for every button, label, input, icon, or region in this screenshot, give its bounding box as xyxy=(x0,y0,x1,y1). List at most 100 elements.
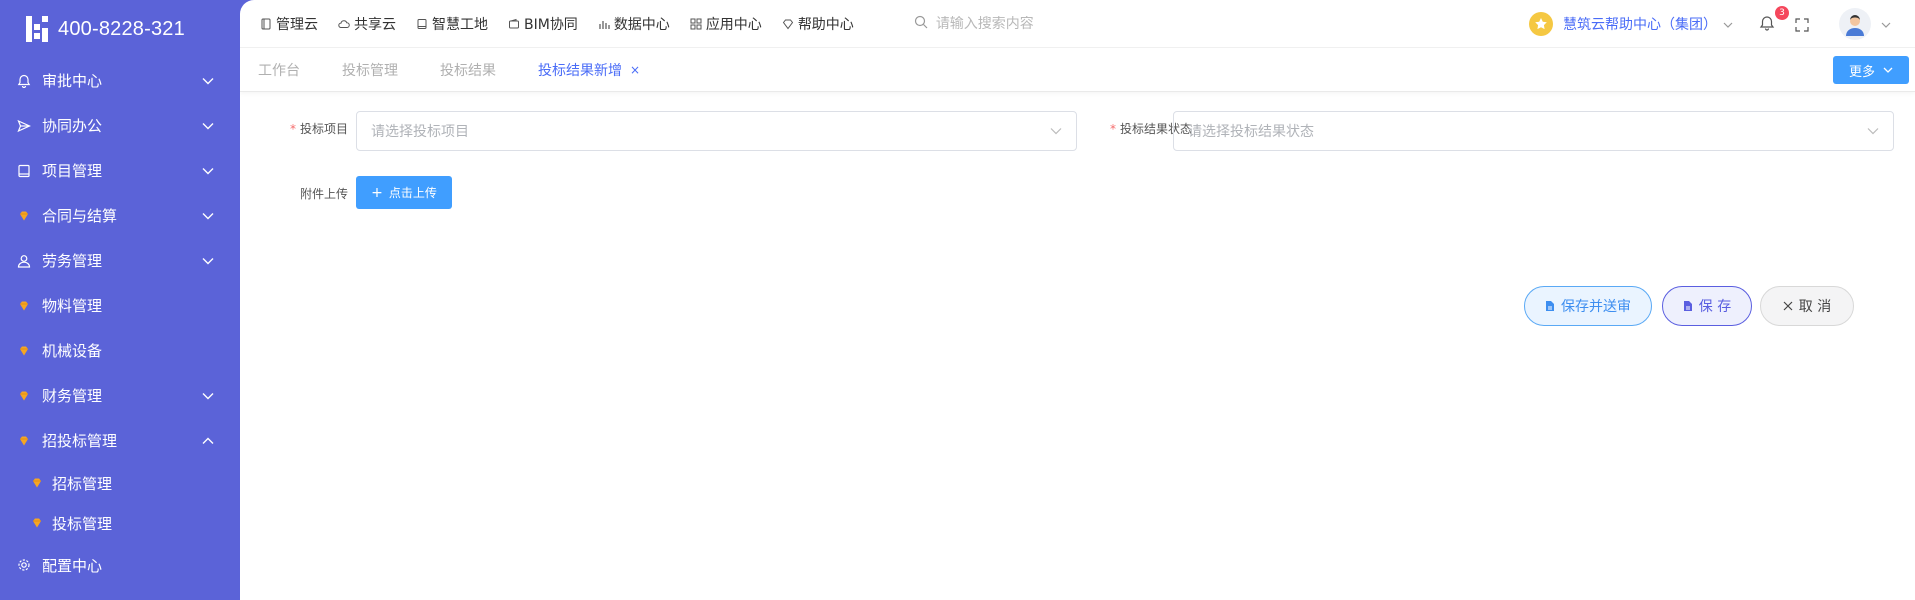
main-panel: 管理云 共享云 智慧工地 BIM协同 数据中心 应用中心 帮助中心 请输入搜索内… xyxy=(240,0,1915,600)
sidebar-item-contract[interactable]: 合同与结算 xyxy=(0,193,240,238)
tab-bid-result-new[interactable]: 投标结果新增 × xyxy=(538,60,640,80)
gem-icon xyxy=(16,433,32,449)
required-mark: * xyxy=(1109,122,1116,136)
close-icon xyxy=(1783,301,1793,311)
cancel-button[interactable]: 取 消 xyxy=(1760,286,1854,326)
sidebar-item-label: 财务管理 xyxy=(42,387,103,405)
sidebar-item-material[interactable]: 物料管理 xyxy=(0,283,240,328)
cloud-icon xyxy=(338,18,350,30)
tab-label: 投标结果新增 xyxy=(538,62,622,79)
chevron-up-icon xyxy=(202,435,214,447)
sidebar-item-collab[interactable]: 协同办公 xyxy=(0,103,240,148)
bell-icon xyxy=(16,73,32,89)
chevron-down-icon xyxy=(202,390,214,402)
chevron-down-icon xyxy=(1050,123,1062,139)
top-right: 慧筑云帮助中心（集团） 3 xyxy=(1529,5,1915,40)
top-menu-label: 共享云 xyxy=(354,16,396,33)
notification-badge: 3 xyxy=(1775,5,1789,20)
chevron-down-icon xyxy=(202,120,214,132)
chevron-down-icon[interactable] xyxy=(1723,14,1733,33)
top-menu-label: 应用中心 xyxy=(705,16,762,33)
user-icon xyxy=(16,253,32,269)
save-and-submit-label: 保存并送审 xyxy=(1561,299,1631,315)
file-icon xyxy=(1683,300,1693,312)
required-mark: * xyxy=(289,122,296,136)
top-menu-bim[interactable]: BIM协同 xyxy=(508,14,578,34)
sidebar-subitem-bid[interactable]: 投标管理 xyxy=(0,503,240,543)
tab-bid-result[interactable]: 投标结果 xyxy=(440,60,496,80)
search-icon xyxy=(914,14,928,33)
top-bar: 管理云 共享云 智慧工地 BIM协同 数据中心 应用中心 帮助中心 请输入搜索内… xyxy=(240,0,1915,48)
notification-button[interactable]: 3 xyxy=(1759,5,1789,35)
top-menu-share-cloud[interactable]: 共享云 xyxy=(338,14,396,34)
attach-label: 附件上传 xyxy=(299,187,348,201)
doc-icon xyxy=(260,18,272,30)
gem-icon xyxy=(16,388,32,404)
chevron-down-icon xyxy=(202,210,214,222)
top-menu-management-cloud[interactable]: 管理云 xyxy=(260,14,318,34)
top-menu-label: 智慧工地 xyxy=(432,16,488,33)
sidebar-item-label: 合同与结算 xyxy=(42,207,118,225)
top-menu: 管理云 共享云 智慧工地 BIM协同 数据中心 应用中心 帮助中心 xyxy=(260,14,874,34)
chevron-down-icon xyxy=(202,165,214,177)
help-center-icon xyxy=(1529,11,1553,36)
help-center-link[interactable]: 慧筑云帮助中心（集团） xyxy=(1563,14,1717,34)
chevron-down-icon xyxy=(202,75,214,87)
sidebar-item-finance[interactable]: 财务管理 xyxy=(0,373,240,418)
fullscreen-icon[interactable] xyxy=(1795,17,1809,32)
book-icon xyxy=(16,163,32,179)
sidebar-subitem-label: 招标管理 xyxy=(52,474,113,493)
sidebar-subitem-label: 投标管理 xyxy=(52,514,113,533)
sidebar-item-approval[interactable]: 审批中心 xyxy=(0,58,240,103)
tab-bid-management[interactable]: 投标管理 xyxy=(342,60,398,80)
save-button[interactable]: 保 存 xyxy=(1662,286,1752,326)
project-label: 投标项目 xyxy=(299,122,348,136)
top-menu-smart-site[interactable]: 智慧工地 xyxy=(416,14,488,34)
plus-icon: + xyxy=(371,184,383,201)
top-menu-app-center[interactable]: 应用中心 xyxy=(690,14,762,34)
logo-text: 400-8228-321 xyxy=(58,17,185,40)
sidebar-item-bidding[interactable]: 招投标管理 xyxy=(0,418,240,463)
chevron-down-icon xyxy=(1867,123,1879,139)
top-menu-label: 帮助中心 xyxy=(797,16,854,33)
bell-icon xyxy=(1759,15,1775,35)
diamond-icon xyxy=(782,18,794,30)
top-menu-label: 管理云 xyxy=(276,16,318,33)
wallet-icon xyxy=(508,18,520,30)
sidebar-item-project[interactable]: 项目管理 xyxy=(0,148,240,193)
search-input[interactable] xyxy=(935,15,1236,32)
gear-icon xyxy=(16,557,32,573)
chevron-down-icon[interactable] xyxy=(1881,14,1891,33)
upload-label: 点击上传 xyxy=(388,186,437,200)
more-button[interactable]: 更多 xyxy=(1833,56,1909,84)
logo[interactable]: 400-8228-321 xyxy=(0,0,240,58)
top-menu-label: BIM协同 xyxy=(524,16,578,33)
sidebar-item-label: 物料管理 xyxy=(42,297,103,315)
top-menu-help-center[interactable]: 帮助中心 xyxy=(782,14,854,34)
status-select[interactable]: 请选择投标结果状态 xyxy=(1173,111,1894,151)
sidebar-subitem-tender[interactable]: 招标管理 xyxy=(0,463,240,503)
bid-result-form: * 投标项目 请选择投标项目 * 投标结果状态 请选择投标结果状态 附件上传 + 点… xyxy=(240,92,1915,600)
project-select[interactable]: 请选择投标项目 xyxy=(356,111,1077,151)
gem-icon xyxy=(16,298,32,314)
save-and-submit-button[interactable]: 保存并送审 xyxy=(1524,286,1652,326)
top-menu-label: 数据中心 xyxy=(613,16,670,33)
chevron-down-icon xyxy=(202,255,214,267)
avatar[interactable] xyxy=(1839,7,1871,40)
sidebar-item-machinery[interactable]: 机械设备 xyxy=(0,328,240,373)
upload-button[interactable]: + 点击上传 xyxy=(356,176,452,209)
cancel-label: 取 消 xyxy=(1798,299,1832,315)
top-menu-data-center[interactable]: 数据中心 xyxy=(598,14,670,34)
status-placeholder: 请选择投标结果状态 xyxy=(1188,124,1314,140)
file-icon xyxy=(1545,300,1555,312)
sidebar-item-label: 协同办公 xyxy=(42,117,103,135)
send-icon xyxy=(16,118,32,134)
project-field-label: * 投标项目 xyxy=(260,120,348,137)
sidebar-item-label: 审批中心 xyxy=(42,72,103,90)
logo-icon xyxy=(24,14,54,44)
tab-bar: 工作台 投标管理 投标结果 投标结果新增 × 更多 xyxy=(240,48,1915,92)
sidebar-item-config[interactable]: 配置中心 xyxy=(0,543,240,587)
tab-workbench[interactable]: 工作台 xyxy=(258,60,300,80)
close-icon[interactable]: × xyxy=(630,63,640,77)
sidebar-item-labor[interactable]: 劳务管理 xyxy=(0,238,240,283)
